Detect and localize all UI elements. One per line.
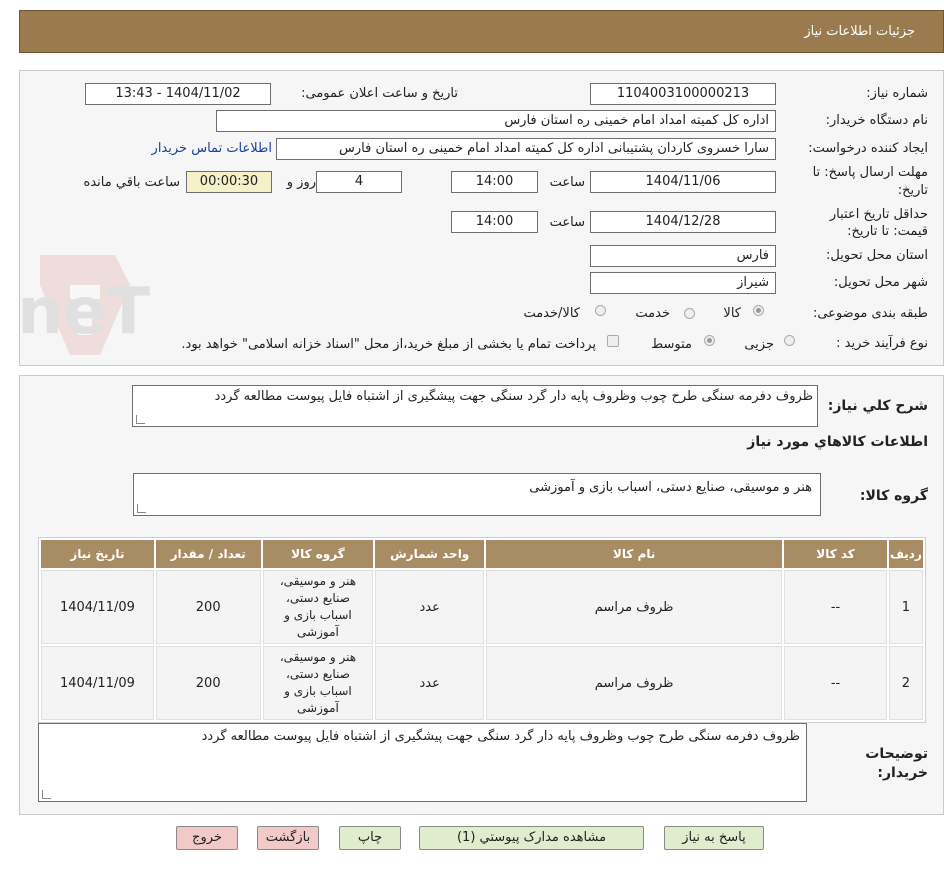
table-row[interactable]: 2 -- ظروف مراسم عدد هنر و موسیقی، صنایع … [41, 646, 923, 720]
process-radio-minor[interactable] [784, 335, 795, 346]
remaining-time-field: 00:00:30 [186, 171, 272, 193]
cell-code: -- [784, 646, 887, 720]
process-option-medium: متوسط [651, 337, 692, 352]
attachments-button[interactable]: مشاهده مدارک پیوستي (1) [419, 826, 644, 850]
cell-row: 1 [888, 570, 923, 644]
process-type-label: نوع فرآیند خرید : [836, 336, 928, 351]
goods-group-field[interactable]: هنر و موسیقی، صنایع دستی، اسباب بازی و آ… [133, 473, 821, 516]
process-option-minor: جزیی [744, 337, 774, 352]
deadline-time-label: ساعت [549, 175, 585, 190]
buyer-org-field[interactable]: اداره کل کمیته امداد امام خمینی ره استان… [216, 110, 776, 132]
cell-name: ظروف مراسم [486, 646, 783, 720]
creator-field[interactable]: سارا خسروی کاردان پشتیبانی اداره کل کمیت… [276, 138, 776, 160]
deadline-label-date: تاریخ: [897, 183, 928, 198]
province-field[interactable]: فارس [590, 245, 776, 267]
validity-time-label: ساعت [549, 215, 585, 230]
items-section-title: اطلاعات کالاهاي مورد نياز [747, 434, 928, 450]
validity-label: حداقل تاريخ اعتبار [829, 207, 928, 222]
validity-date-field[interactable]: 1404/12/28 [590, 211, 776, 233]
resize-grip-icon[interactable] [136, 415, 145, 424]
category-option-goods-service: کالا/خدمت [523, 306, 580, 321]
province-label: استان محل تحویل: [826, 248, 928, 263]
buyer-notes-field[interactable]: ظروف دفرمه سنگی طرح چوب وظروف پایه دار گ… [38, 723, 807, 802]
category-option-goods: کالا [723, 306, 741, 321]
cell-code: -- [784, 570, 887, 644]
process-radio-medium[interactable] [704, 335, 715, 346]
back-button[interactable]: بازگشت [257, 826, 319, 850]
cell-group: هنر و موسیقی، صنایع دستی، اسباب بازی و آ… [262, 570, 374, 644]
col-name: نام کالا [486, 540, 783, 568]
cell-unit: عدد [375, 646, 485, 720]
cell-name: ظروف مراسم [486, 570, 783, 644]
payment-note: پرداخت تمام یا بخشی از مبلغ خرید،از محل … [181, 337, 596, 352]
table-header-row: ردیف کد کالا نام کالا واحد شمارش گروه کا… [41, 540, 923, 568]
resize-grip-icon[interactable] [137, 504, 146, 513]
cell-row: 2 [888, 646, 923, 720]
cell-qty: 200 [155, 646, 261, 720]
col-row: ردیف [888, 540, 923, 568]
treasury-checkbox[interactable] [607, 335, 619, 347]
description-field[interactable]: ظروف دفرمه سنگی طرح چوب وظروف پایه دار گ… [132, 385, 818, 427]
table-row[interactable]: 1 -- ظروف مراسم عدد هنر و موسیقی، صنایع … [41, 570, 923, 644]
days-remaining-field[interactable]: 4 [316, 171, 402, 193]
description-text: ظروف دفرمه سنگی طرح چوب وظروف پایه دار گ… [214, 389, 813, 404]
deadline-date-field[interactable]: 1404/11/06 [590, 171, 776, 193]
buyer-notes-text: ظروف دفرمه سنگی طرح چوب وظروف پایه دار گ… [201, 729, 800, 744]
cell-date: 1404/11/09 [41, 570, 154, 644]
items-table: ردیف کد کالا نام کالا واحد شمارش گروه کا… [38, 537, 926, 723]
buyer-contact-link[interactable]: اطلاعات تماس خریدار [152, 141, 272, 156]
category-radio-goods-service[interactable] [595, 305, 606, 316]
buyer-notes-label-2: خریدار: [877, 765, 928, 781]
category-label: طبقه بندی موضوعی: [812, 306, 928, 321]
category-radio-service[interactable] [684, 308, 695, 319]
cell-group: هنر و موسیقی، صنایع دستی، اسباب بازی و آ… [262, 646, 374, 720]
need-number-label: شماره نیاز: [866, 86, 928, 101]
validity-time-field[interactable]: 14:00 [451, 211, 538, 233]
category-option-service: خدمت [635, 306, 670, 321]
col-date: تاریخ نیاز [41, 540, 154, 568]
reply-button[interactable]: پاسخ به نیاز [664, 826, 764, 850]
buyer-notes-label: توضیحات [865, 746, 928, 762]
remaining-time-label: ساعت باقي مانده [83, 175, 180, 190]
page-title: جزئیات اطلاعات نیاز [804, 24, 915, 39]
cell-qty: 200 [155, 570, 261, 644]
category-radio-goods[interactable] [753, 305, 764, 316]
announce-datetime-field[interactable]: 1404/11/02 - 13:43 [85, 83, 271, 105]
cell-unit: عدد [375, 570, 485, 644]
city-label: شهر محل تحویل: [833, 275, 928, 290]
col-unit: واحد شمارش [375, 540, 485, 568]
validity-label-date: قیمت: تا تاریخ: [847, 224, 928, 239]
need-number-field[interactable]: 1104003100000213 [590, 83, 776, 105]
print-button[interactable]: چاپ [339, 826, 401, 850]
cell-date: 1404/11/09 [41, 646, 154, 720]
col-qty: تعداد / مقدار [155, 540, 261, 568]
resize-grip-icon[interactable] [42, 790, 51, 799]
city-field[interactable]: شیراز [590, 272, 776, 294]
page-header: جزئیات اطلاعات نیاز [19, 10, 944, 53]
description-label: شرح کلي نياز: [827, 398, 928, 414]
creator-label: ایجاد کننده درخواست: [808, 141, 928, 156]
deadline-label: مهلت ارسال پاسخ: تا [812, 165, 928, 180]
deadline-time-field[interactable]: 14:00 [451, 171, 538, 193]
goods-group-text: هنر و موسیقی، صنایع دستی، اسباب بازی و آ… [529, 480, 812, 495]
exit-button[interactable]: خروج [176, 826, 238, 850]
days-label: روز و [286, 175, 316, 190]
buyer-org-label: نام دستگاه خریدار: [825, 113, 928, 128]
col-group: گروه کالا [262, 540, 374, 568]
goods-group-label: گروه کالا: [859, 488, 928, 504]
announce-datetime-label: تاریخ و ساعت اعلان عمومی: [301, 86, 458, 101]
col-code: کد کالا [784, 540, 887, 568]
